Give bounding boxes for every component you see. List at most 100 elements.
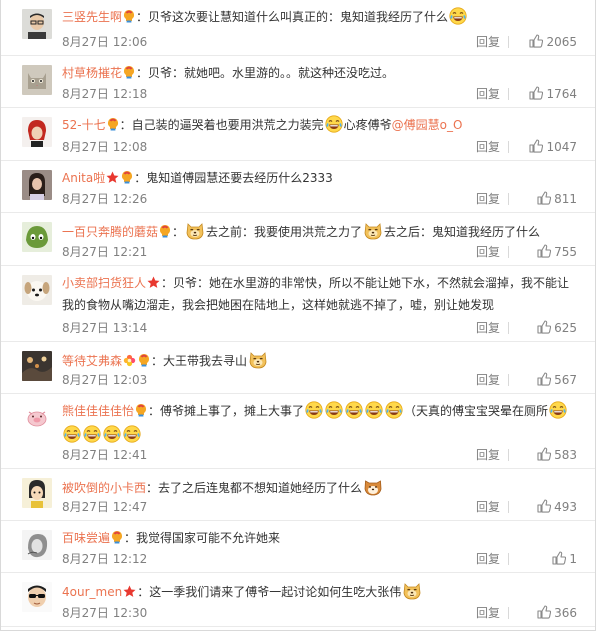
comment-time: 8月27日 12:26 — [62, 192, 148, 206]
user-avatar[interactable] — [22, 275, 52, 305]
reply-button[interactable]: 回复 — [476, 605, 500, 621]
user-avatar[interactable] — [22, 530, 52, 560]
comment-text: 去之前：我要使用洪荒之力了 — [206, 225, 363, 239]
mention-link[interactable]: @傅园慧o_O — [392, 118, 463, 132]
username-link[interactable]: Anita啦 — [62, 171, 105, 185]
username-link[interactable]: 等待艾弗森 — [62, 354, 122, 368]
divider — [508, 141, 509, 153]
reply-button[interactable]: 回复 — [476, 447, 500, 463]
comment-text: ：鬼知道傅园慧还要去经历什么2333 — [134, 171, 333, 185]
username-link[interactable]: 被吹倒的小卡西 — [62, 481, 146, 495]
red-star-badge — [147, 275, 160, 295]
comment-item: 小卖部扫货狂人 ：贝爷：她在水里游的非常快，所以不能让她下水，不然就会溜掉，我不能… — [1, 266, 595, 342]
comment-text: ：这一季我们请来了傅爷一起讨论如何生吃大张伟 — [137, 585, 402, 599]
like-button[interactable]: 755 — [537, 244, 577, 260]
vip-bulb-badge — [135, 403, 147, 423]
like-button[interactable]: 1047 — [529, 139, 577, 155]
laugh-cry-emoji-icon — [123, 425, 141, 443]
comment-text: ：大王带我去寻山 — [151, 354, 248, 368]
like-button[interactable]: 2065 — [529, 34, 577, 50]
username-link[interactable]: 4our_men — [62, 585, 122, 599]
vip-bulb-badge — [123, 9, 135, 29]
reply-button[interactable]: 回复 — [476, 372, 500, 388]
comment-list: 三竖先生啊 ：贝爷这次要让慧知道什么叫真正的：鬼知道我经历了什么 8月27日 12… — [1, 0, 595, 627]
comment-item: 百味尝遍 ：我觉得国家可能不允许她来 8月27日 12:12 回复 1 — [1, 521, 595, 573]
like-count: 567 — [554, 373, 577, 387]
username-link[interactable]: 三竖先生啊 — [62, 10, 122, 24]
red-star-badge — [123, 584, 136, 604]
vip-badge-icon — [112, 531, 123, 544]
comment-body: 三竖先生啊 ：贝爷这次要让慧知道什么叫真正的：鬼知道我经历了什么 — [62, 7, 577, 31]
comment-item: 一百只奔腾的蘑菇 ： 去之前：我要使用洪荒之力了 去之后：鬼知道我经历了什么 8月27… — [1, 213, 595, 266]
reply-button[interactable]: 回复 — [476, 34, 500, 50]
username-link[interactable]: 52-十七 — [62, 118, 106, 132]
thumbs-up-icon — [537, 499, 552, 513]
thumbs-up-icon — [537, 244, 552, 258]
user-avatar[interactable] — [22, 222, 52, 252]
like-button[interactable]: 366 — [537, 605, 577, 621]
reply-button[interactable]: 回复 — [476, 244, 500, 260]
reply-button[interactable]: 回复 — [476, 139, 500, 155]
user-avatar[interactable] — [22, 351, 52, 381]
reply-button[interactable]: 回复 — [476, 86, 500, 102]
laugh-cry-emoji — [123, 425, 141, 449]
thumbs-up-icon — [529, 139, 544, 153]
user-avatar[interactable] — [22, 582, 52, 612]
like-button[interactable]: 567 — [537, 372, 577, 388]
user-avatar[interactable] — [22, 117, 52, 147]
user-avatar[interactable] — [22, 9, 52, 39]
laugh-cry-emoji — [63, 425, 81, 449]
like-button[interactable]: 811 — [537, 191, 577, 207]
avatar-image — [22, 9, 52, 39]
comment-text: ：贝爷：就她吧。水里游的。。就这种还没吃过。 — [136, 66, 395, 80]
comment-body: 熊佳佳佳佳怡 ：傅爷摊上事了，摊上大事了 （天真的傅宝宝哭晕在厕所 — [62, 401, 577, 449]
divider — [508, 36, 509, 48]
username-link[interactable]: 百味尝遍 — [62, 531, 110, 545]
like-button[interactable]: 583 — [537, 447, 577, 463]
comment-meta: 8月27日 12:41 回复 583 — [62, 447, 577, 463]
username-link[interactable]: 小卖部扫货狂人 — [62, 276, 146, 290]
avatar-image — [22, 275, 52, 305]
like-count: 1 — [569, 552, 577, 566]
username-link[interactable]: 村草杨摧花 — [62, 66, 122, 80]
comment-meta: 8月27日 12:21 回复 755 — [62, 244, 577, 260]
vip-bulb-badge — [107, 117, 119, 137]
comment-meta: 8月27日 12:03 回复 567 — [62, 372, 577, 388]
vip-badge-icon — [124, 10, 135, 23]
like-button[interactable]: 493 — [537, 499, 577, 515]
username-link[interactable]: 一百只奔腾的蘑菇 — [62, 225, 158, 239]
comment-meta: 8月27日 12:47 回复 493 — [62, 499, 577, 515]
like-button[interactable]: 1764 — [529, 86, 577, 102]
laugh-cry-emoji-icon — [365, 401, 383, 419]
laugh-cry-emoji — [549, 401, 567, 425]
like-button[interactable]: 1 — [552, 551, 577, 567]
avatar-image — [22, 351, 52, 381]
username-link[interactable]: 熊佳佳佳佳怡 — [62, 404, 134, 418]
like-button[interactable]: 625 — [537, 320, 577, 336]
comment-text: （天真的傅宝宝哭晕在厕所 — [404, 404, 549, 418]
user-avatar[interactable] — [22, 170, 52, 200]
vip-bulb-badge — [159, 224, 171, 244]
avatar-image — [22, 170, 52, 200]
thumbs-up-icon — [537, 447, 552, 461]
comment-item: 熊佳佳佳佳怡 ：傅爷摊上事了，摊上大事了 （天真的傅宝宝哭晕在厕所 8月27日 12… — [1, 394, 595, 469]
reply-button[interactable]: 回复 — [476, 499, 500, 515]
laugh-cry-emoji — [365, 401, 383, 425]
user-avatar[interactable] — [22, 403, 52, 433]
divider — [508, 322, 509, 334]
user-avatar[interactable] — [22, 65, 52, 95]
laugh-cry-emoji-icon — [345, 401, 363, 419]
vip-bulb-badge — [111, 530, 123, 550]
reply-button[interactable]: 回复 — [476, 320, 500, 336]
comment-item: 三竖先生啊 ：贝爷这次要让慧知道什么叫真正的：鬼知道我经历了什么 8月27日 12… — [1, 0, 595, 56]
reply-button[interactable]: 回复 — [476, 191, 500, 207]
reply-button[interactable]: 回复 — [476, 551, 500, 567]
comment-body: Anita啦 ：鬼知道傅园慧还要去经历什么2333 — [62, 168, 577, 190]
user-avatar[interactable] — [22, 478, 52, 508]
comment-meta: 8月27日 12:08 回复 1047 — [62, 139, 577, 155]
comment-text: 心疼傅爷 — [343, 118, 392, 132]
vip-badge-icon — [124, 66, 135, 79]
laugh-cry-emoji — [103, 425, 121, 449]
avatar-image — [22, 403, 52, 433]
comment-body: 52-十七 ：自己装的逼哭着也要用洪荒之力装完 心疼傅爷@傅园慧o_O — [62, 115, 577, 139]
